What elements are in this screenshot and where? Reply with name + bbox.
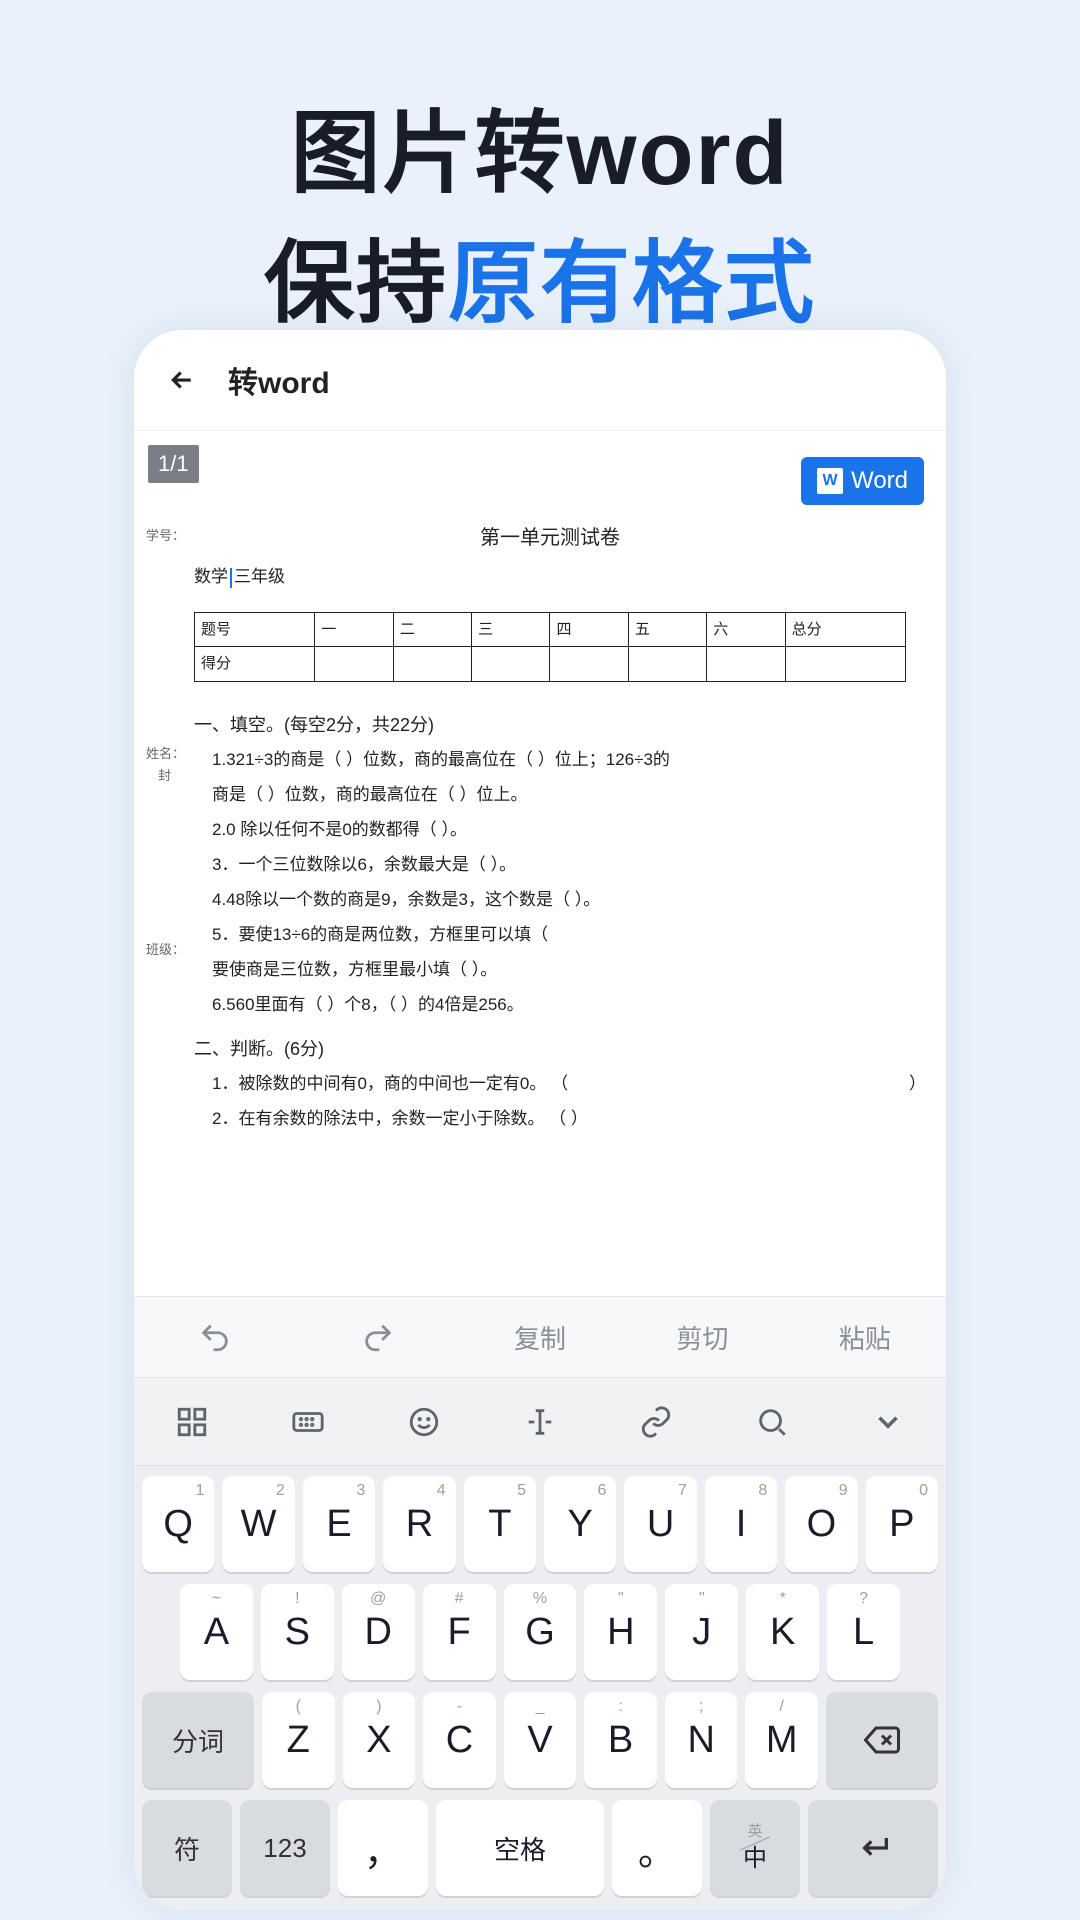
key-o[interactable]: 9O xyxy=(785,1476,857,1572)
key-backspace[interactable] xyxy=(826,1692,938,1788)
key-z[interactable]: (Z xyxy=(262,1692,335,1788)
doc-subject[interactable]: 数学三年级 xyxy=(194,563,906,592)
key-r[interactable]: 4R xyxy=(383,1476,455,1572)
key-m[interactable]: /M xyxy=(745,1692,818,1788)
key-q[interactable]: 1Q xyxy=(142,1476,214,1572)
phone-mockup: 转word 1/1 W Word 学号： 姓名： 封 班级： 第一单元测试卷 数… xyxy=(134,330,946,1910)
key-e[interactable]: 3E xyxy=(303,1476,375,1572)
kb-emoji-button[interactable] xyxy=(366,1378,482,1465)
arrow-left-icon xyxy=(167,365,197,395)
hero-heading: 图片转word 保持原有格式 xyxy=(0,0,1080,340)
key-d[interactable]: @D xyxy=(342,1584,415,1680)
key-c[interactable]: -C xyxy=(423,1692,496,1788)
key-b[interactable]: :B xyxy=(584,1692,657,1788)
key-a[interactable]: ~A xyxy=(180,1584,253,1680)
key-t[interactable]: 5T xyxy=(464,1476,536,1572)
kb-collapse-button[interactable] xyxy=(830,1378,946,1465)
key-enter[interactable] xyxy=(808,1800,938,1896)
key-period[interactable]: 。 xyxy=(612,1800,702,1896)
key-v[interactable]: _V xyxy=(504,1692,577,1788)
side-label-xuehao: 学号： xyxy=(146,525,185,547)
kb-keyboard-button[interactable] xyxy=(250,1378,366,1465)
kb-search-button[interactable] xyxy=(714,1378,830,1465)
key-j[interactable]: "J xyxy=(665,1584,738,1680)
key-p[interactable]: 0P xyxy=(866,1476,938,1572)
app-bar: 转word xyxy=(134,330,946,431)
key-s[interactable]: !S xyxy=(261,1584,334,1680)
word-button-label: Word xyxy=(851,467,908,495)
key-x[interactable]: )X xyxy=(343,1692,416,1788)
key-123[interactable]: 123 xyxy=(240,1800,330,1896)
copy-button[interactable]: 复制 xyxy=(459,1297,621,1377)
score-table: 题号一二三四五六总分 得分 xyxy=(194,612,906,682)
key-u[interactable]: 7U xyxy=(624,1476,696,1572)
key-fenci[interactable]: 分词 xyxy=(142,1692,254,1788)
keyboard: 1Q2W3E4R5T6Y7U8I9O0P ~A!S@D#F%G"H"J*K?L … xyxy=(134,1466,946,1910)
key-comma[interactable]: ， xyxy=(338,1800,428,1896)
key-y[interactable]: 6Y xyxy=(544,1476,616,1572)
kb-apps-button[interactable] xyxy=(134,1378,250,1465)
side-label-xingming: 姓名： xyxy=(146,743,185,765)
redo-button[interactable] xyxy=(296,1297,458,1377)
side-label-banji: 班级： xyxy=(146,939,185,961)
doc-title: 第一单元测试卷 xyxy=(194,521,906,555)
keyboard-toolbar xyxy=(134,1378,946,1466)
enter-icon xyxy=(853,1828,893,1868)
back-button[interactable] xyxy=(160,358,204,402)
document-content: 学号： 姓名： 封 班级： 第一单元测试卷 数学三年级 题号一二三四五六总分 得… xyxy=(194,521,906,1296)
export-word-button[interactable]: W Word xyxy=(801,457,924,505)
cut-button[interactable]: 剪切 xyxy=(621,1297,783,1377)
key-language-toggle[interactable]: 英中 xyxy=(710,1800,800,1896)
kb-cursor-button[interactable] xyxy=(482,1378,598,1465)
key-k[interactable]: *K xyxy=(746,1584,819,1680)
key-g[interactable]: %G xyxy=(504,1584,577,1680)
kb-link-button[interactable] xyxy=(598,1378,714,1465)
section-2: 二、判断。(6分) 1．被除数的中间有0，商的中间也一定有0。 （ ） 2．在有… xyxy=(194,1034,906,1134)
hero-line1: 图片转word xyxy=(291,104,790,204)
key-w[interactable]: 2W xyxy=(222,1476,294,1572)
paste-button[interactable]: 粘贴 xyxy=(784,1297,946,1377)
side-label-feng: 封 xyxy=(158,765,171,787)
section-1: 一、填空。(每空2分，共22分) 1.321÷3的商是（ ）位数，商的最高位在（… xyxy=(194,710,906,1020)
edit-toolbar: 复制 剪切 粘贴 xyxy=(134,1296,946,1378)
key-h[interactable]: "H xyxy=(584,1584,657,1680)
text-cursor xyxy=(230,568,232,588)
hero-line2a: 保持 xyxy=(264,234,448,334)
key-space[interactable]: 空格 xyxy=(436,1800,604,1896)
key-f[interactable]: #F xyxy=(423,1584,496,1680)
document-preview[interactable]: 1/1 W Word 学号： 姓名： 封 班级： 第一单元测试卷 数学三年级 题… xyxy=(134,431,946,1296)
key-i[interactable]: 8I xyxy=(705,1476,777,1572)
appbar-title: 转word xyxy=(228,358,330,402)
word-icon: W xyxy=(817,468,843,494)
key-symbols[interactable]: 符 xyxy=(142,1800,232,1896)
key-l[interactable]: ?L xyxy=(827,1584,900,1680)
key-n[interactable]: ;N xyxy=(665,1692,738,1788)
undo-button[interactable] xyxy=(134,1297,296,1377)
hero-line2b: 原有格式 xyxy=(448,234,816,334)
page-indicator: 1/1 xyxy=(148,445,199,483)
backspace-icon xyxy=(864,1722,900,1758)
